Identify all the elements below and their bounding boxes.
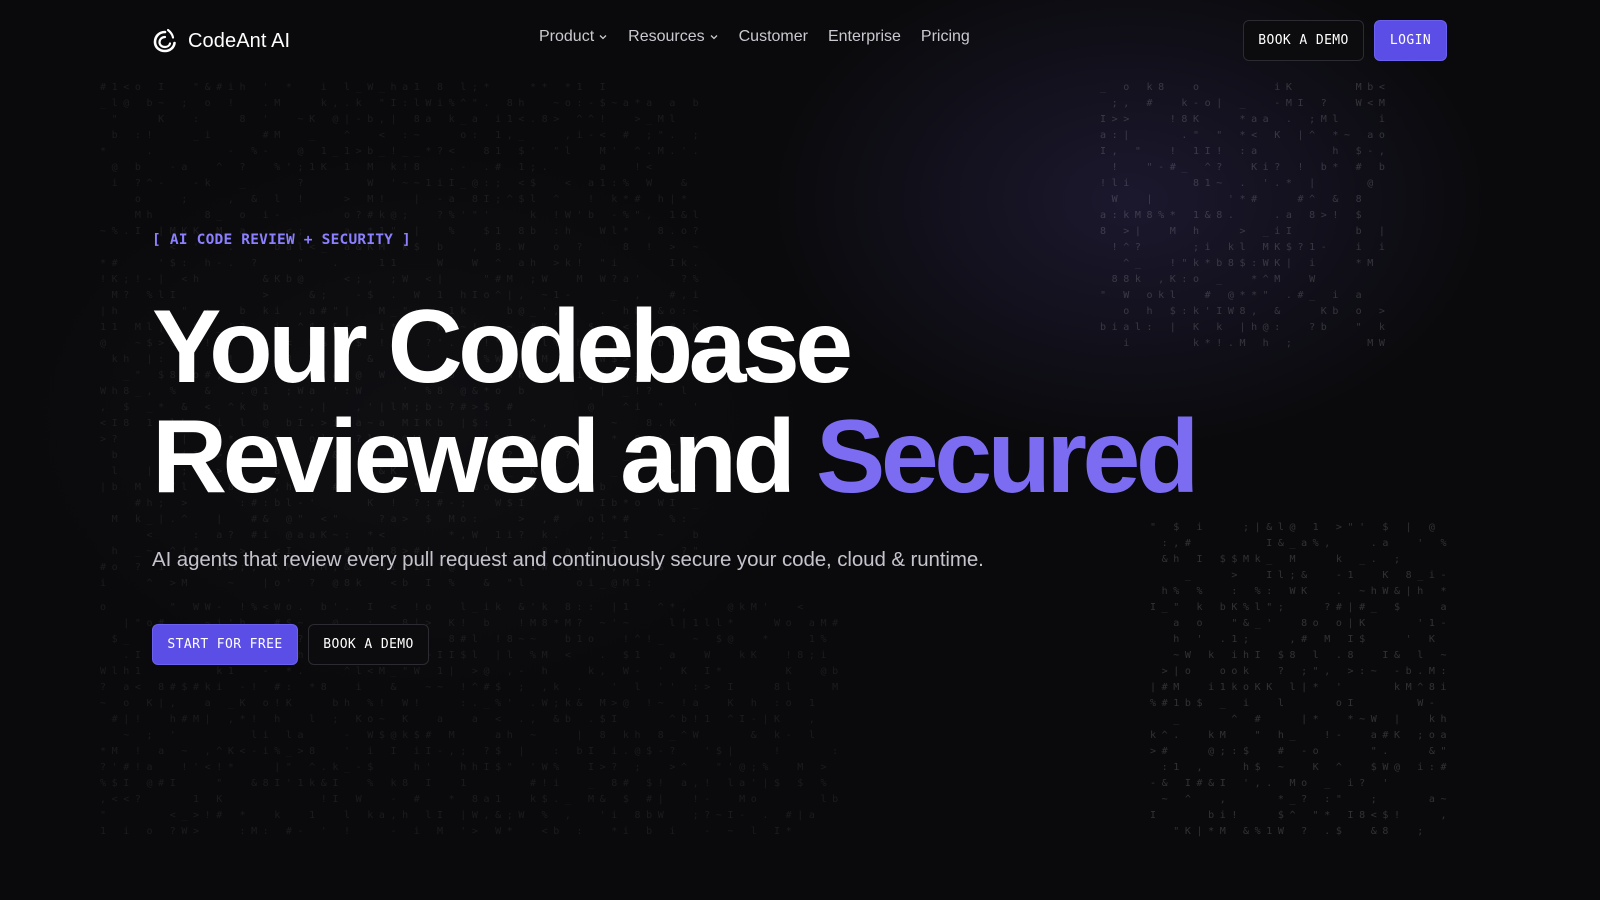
nav-item-product[interactable]: Product xyxy=(539,28,608,46)
headline-line-2: Reviewed and Secured xyxy=(152,399,1199,515)
landing-page: #1<o I "&#ih ' * i l_W_ha1 8 l;* ** *1 I… xyxy=(0,0,1600,900)
nav-item-resources[interactable]: Resources xyxy=(628,28,718,46)
nav-item-label: Pricing xyxy=(920,28,970,45)
codeant-logo-icon xyxy=(153,28,176,53)
brand-logo[interactable]: CodeAnt AI xyxy=(152,26,290,56)
nav-item-pricing[interactable]: Pricing xyxy=(921,28,970,46)
hero-headline: Your Codebase Reviewed and Secured xyxy=(152,289,1199,515)
book-demo-button[interactable]: BOOK A DEMO xyxy=(1243,20,1364,61)
top-navbar: CodeAnt AI Product Resources Customer En… xyxy=(0,0,1600,80)
headline-plain-text: Reviewed and xyxy=(152,399,796,515)
main-nav: Product Resources Customer Enterprise Pr… xyxy=(539,28,970,46)
hero-cta-group: START FOR FREE BOOK A DEMO xyxy=(152,624,1195,665)
nav-item-label: Customer xyxy=(738,28,808,45)
brand-name: CodeAnt AI xyxy=(188,29,291,52)
headline-line-1: Your Codebase xyxy=(152,289,853,405)
ascii-texture-block: " $ i ;|&l@ 1 >"' $ | @ :,# I&_a%, .a ' … xyxy=(1150,522,1453,837)
login-button[interactable]: LOGIN xyxy=(1374,20,1447,61)
hero-section: [ AI CODE REVIEW + SECURITY ] Your Codeb… xyxy=(152,232,1199,665)
nav-actions: BOOK A DEMO LOGIN xyxy=(1243,20,1447,61)
nav-item-label: Enterprise xyxy=(827,28,901,45)
chevron-down-icon xyxy=(599,35,607,40)
nav-item-label: Product xyxy=(539,28,595,45)
hero-eyebrow: [ AI CODE REVIEW + SECURITY ] xyxy=(152,232,411,248)
hero-subtitle: AI agents that review every pull request… xyxy=(152,548,984,571)
headline-accent-text: Secured xyxy=(815,399,1199,515)
nav-item-label: Resources xyxy=(628,28,705,45)
nav-item-customer[interactable]: Customer xyxy=(739,28,808,46)
nav-item-enterprise[interactable]: Enterprise xyxy=(828,28,901,46)
hero-book-demo-button[interactable]: BOOK A DEMO xyxy=(308,624,429,665)
start-for-free-button[interactable]: START FOR FREE xyxy=(152,624,298,665)
chevron-down-icon xyxy=(710,35,718,40)
